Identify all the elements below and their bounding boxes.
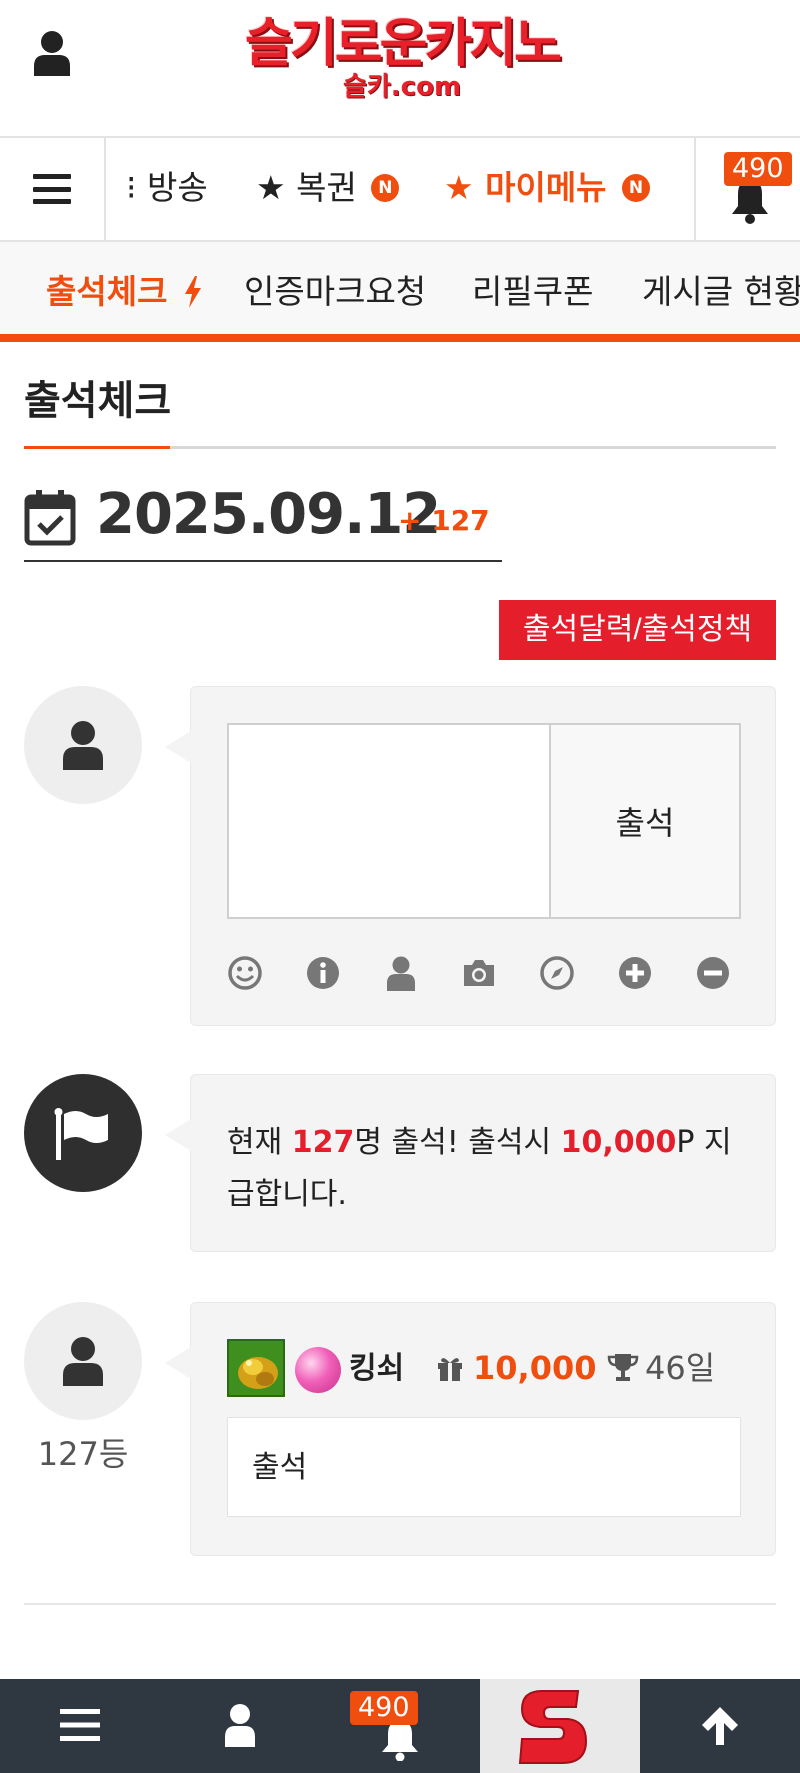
page-title: 출석체크 (24, 378, 172, 424)
user-icon[interactable] (383, 955, 419, 991)
nav-item-label: 복권 (296, 168, 357, 207)
entry-rank: 127등 (37, 1435, 129, 1473)
nav-item-lottery[interactable]: ★ 복권 N (256, 168, 400, 208)
nav-prefix: ⁝ (126, 168, 137, 207)
bottom-nav-bar: 490 (0, 1679, 800, 1773)
tab-label: 리필쿠폰 (472, 272, 594, 311)
info-icon[interactable] (305, 955, 341, 991)
notification-button[interactable]: 490 (694, 138, 800, 240)
menu-button[interactable] (0, 138, 106, 240)
star-icon: ★ (256, 168, 286, 207)
bottom-user-button[interactable] (160, 1679, 320, 1773)
gift-icon (438, 1358, 462, 1381)
user-icon (63, 721, 103, 770)
title-divider (24, 446, 776, 449)
user-icon (225, 1704, 255, 1747)
primary-nav: ⁝ 방송 ★ 복권 N ★ 마이메뉴 N 490 (0, 136, 800, 242)
entry-days: 46일 (645, 1349, 716, 1387)
user-icon (63, 1337, 103, 1386)
notice-points: 10,000 (560, 1125, 677, 1160)
trophy-icon (607, 1354, 639, 1381)
tab-cert-mark-request[interactable]: 인증마크요청 (244, 272, 426, 312)
secondary-nav: 출석체크 인증마크요청 리필쿠폰 게시글 현황 (0, 242, 800, 342)
content-divider (24, 1603, 776, 1605)
grade-orb-icon (295, 1347, 341, 1393)
avatar (24, 686, 142, 804)
compass-icon[interactable] (539, 955, 575, 991)
site-logo[interactable]: 슬기로운카지노 슬카.com (228, 14, 576, 110)
emoji-icon[interactable] (227, 955, 263, 991)
nav-item-broadcast[interactable]: ⁝ 방송 (126, 168, 208, 208)
notice-text: 현재 127명 출석! 출석시 10,000P 지급합니다. (227, 1117, 747, 1221)
bottom-notification-count: 490 (350, 1691, 418, 1725)
bottom-notification-button[interactable]: 490 (320, 1679, 480, 1773)
new-badge: N (622, 173, 651, 202)
site-logo (518, 1690, 588, 1764)
bottom-menu-button[interactable] (0, 1679, 160, 1773)
flag-icon (54, 1108, 108, 1160)
notice-avatar (24, 1074, 142, 1192)
title-divider-accent (24, 446, 170, 449)
date-row: 2025.09.12 + 127 (24, 482, 502, 562)
logo-main-text: 슬기로운카지노 (245, 14, 562, 74)
new-badge: N (371, 173, 400, 202)
entry-avatar (24, 1302, 142, 1420)
entry-message-box: 출석 (227, 1417, 741, 1517)
bottom-site-logo-button[interactable] (480, 1679, 640, 1773)
hamburger-icon (33, 174, 71, 204)
tab-label: 인증마크요청 (244, 272, 427, 311)
logo-sub-text: 슬카.com (342, 72, 462, 102)
attend-submit-button[interactable]: 출석 (549, 723, 741, 919)
bell-icon (382, 1721, 418, 1761)
plus-circle-icon[interactable] (617, 955, 653, 991)
tab-label: 게시글 현황 (642, 272, 800, 311)
menu-icon (60, 1709, 100, 1741)
nav-item-mymenu[interactable]: ★ 마이메뉴 N (444, 168, 651, 208)
comment-form: 출석 (165, 686, 776, 1026)
entry-user-row: 킹쇠 10,000 46일 (227, 1339, 747, 1399)
scroll-top-button[interactable] (640, 1679, 800, 1773)
tab-attendance-check[interactable]: 출석체크 (46, 272, 203, 312)
attendance-calendar-policy-button[interactable]: 출석달력/출석정책 (499, 600, 776, 660)
notice-count: 127 (291, 1125, 355, 1160)
comment-toolbar (227, 955, 741, 995)
level-badge-image (227, 1339, 285, 1397)
tab-refill-coupon[interactable]: 리필쿠폰 (472, 272, 593, 312)
attendance-notice: 현재 127명 출석! 출석시 10,000P 지급합니다. (165, 1074, 776, 1252)
tab-post-status[interactable]: 게시글 현황 (642, 272, 800, 312)
attendance-entry: 킹쇠 10,000 46일 출석 (165, 1302, 776, 1556)
user-icon[interactable] (32, 30, 72, 76)
site-header: 슬기로운카지노 슬카.com (0, 0, 800, 136)
entry-points: 10,000 (473, 1349, 597, 1387)
star-icon: ★ (444, 168, 474, 207)
calendar-check-icon (24, 490, 76, 546)
camera-icon[interactable] (461, 955, 497, 991)
entry-message: 출석 (252, 1450, 308, 1485)
primary-nav-items: ⁝ 방송 ★ 복권 N ★ 마이메뉴 N (106, 138, 694, 240)
tab-label: 출석체크 (46, 272, 168, 311)
notice-prefix: 현재 (227, 1125, 292, 1160)
entry-nickname[interactable]: 킹쇠 (349, 1349, 404, 1389)
notification-count-badge: 490 (724, 152, 792, 186)
attendance-delta: + 127 (398, 504, 490, 537)
notice-mid: 명 출석! 출석시 (354, 1125, 561, 1160)
lightning-icon (184, 275, 201, 308)
arrow-up-icon (702, 1707, 738, 1745)
nav-item-label: 방송 (147, 168, 208, 207)
nav-item-label: 마이메뉴 (485, 168, 607, 207)
attendance-date: 2025.09.12 (96, 482, 441, 547)
minus-circle-icon[interactable] (695, 955, 731, 991)
comment-textarea[interactable] (227, 723, 551, 919)
